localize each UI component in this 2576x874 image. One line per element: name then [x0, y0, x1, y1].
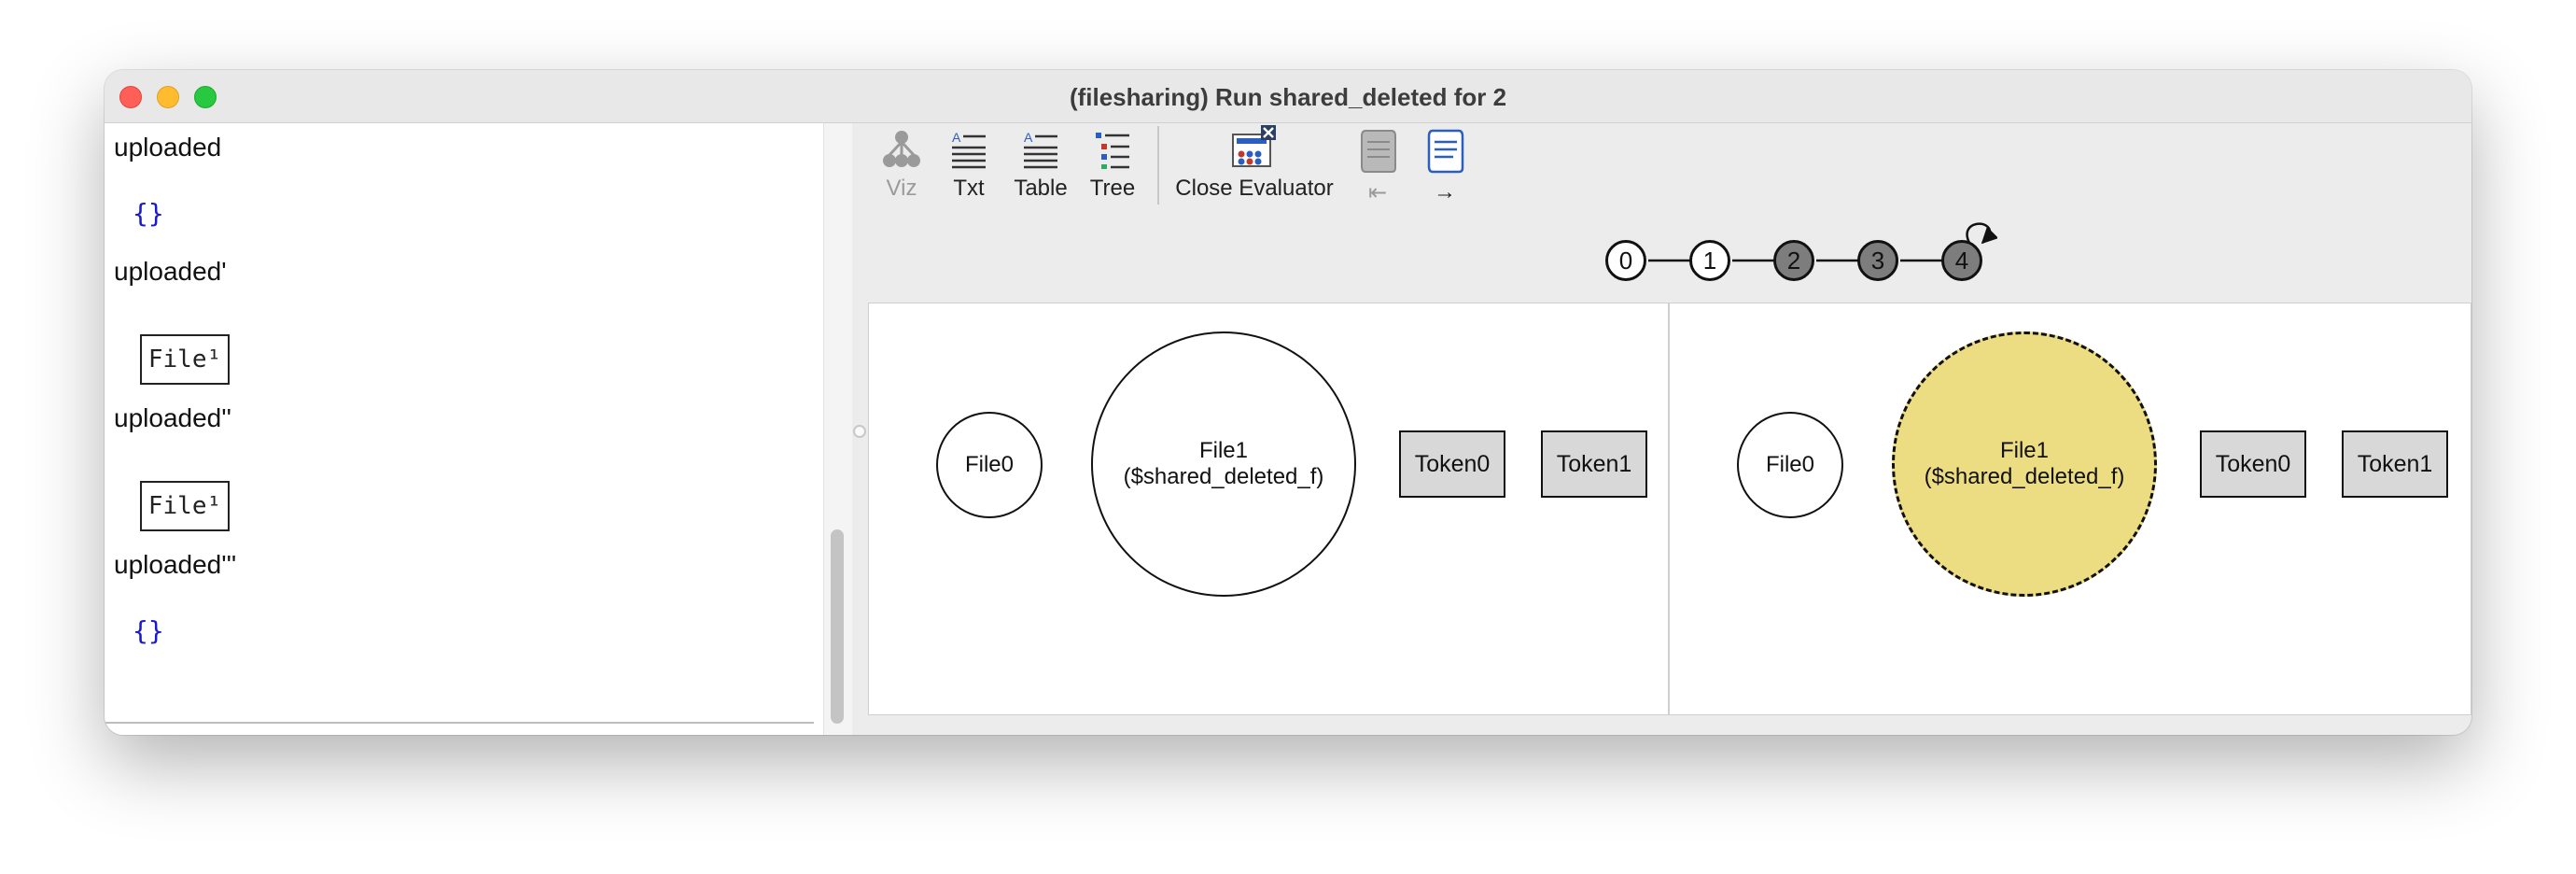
node-token1[interactable]: Token1	[1541, 430, 1647, 498]
txt-button[interactable]: A Txt	[948, 129, 989, 202]
close-evaluator-button[interactable]: Close Evaluator	[1174, 125, 1335, 202]
node-file0[interactable]: File0	[936, 412, 1043, 518]
tree-button[interactable]: Tree	[1086, 129, 1139, 202]
evaluator-pane: uploaded {} uploaded' File¹ uploaded'' F…	[105, 123, 824, 735]
viz-icon	[883, 131, 920, 167]
node-token1[interactable]: Token1	[2342, 430, 2448, 498]
txt-label: Txt	[953, 176, 985, 201]
tree-label: Tree	[1089, 176, 1136, 201]
scroll-forward-icon	[1427, 129, 1464, 174]
evaluator-result-atom: File¹	[140, 334, 230, 385]
node-label: Token0	[2215, 450, 2291, 477]
node-label: File0	[964, 452, 1015, 477]
state-1[interactable]: 1	[1689, 240, 1730, 281]
node-label: Token1	[2357, 450, 2433, 477]
tree-icon	[1096, 133, 1129, 169]
svg-text:A: A	[1024, 130, 1033, 145]
state-3[interactable]: 3	[1857, 240, 1898, 281]
node-label: File1	[1198, 438, 1249, 463]
node-label: File0	[1765, 452, 1815, 477]
node-token0[interactable]: Token0	[2200, 430, 2306, 498]
close-evaluator-label: Close Evaluator	[1175, 176, 1334, 201]
node-file1[interactable]: File1 ($shared_deleted_f)	[1091, 331, 1356, 597]
split-pane-handle[interactable]	[853, 425, 866, 438]
evaluator-separator	[105, 722, 814, 724]
close-evaluator-icon	[1232, 125, 1276, 167]
toolbar-separator	[1157, 126, 1159, 204]
window-title: (filesharing) Run shared_deleted for 2	[1069, 83, 1507, 111]
node-file0[interactable]: File0	[1737, 412, 1843, 518]
evaluator-result-empty: {}	[133, 198, 164, 229]
evaluator-scroll-thumb[interactable]	[831, 529, 844, 724]
title-bar: (filesharing) Run shared_deleted for 2	[105, 70, 2471, 123]
previous-state-label: ⇤	[1367, 180, 1388, 205]
evaluator-expression: uploaded''	[114, 403, 231, 432]
table-button[interactable]: A Table	[1012, 129, 1070, 202]
viz-label: Viz	[886, 176, 917, 201]
evaluator-expression: uploaded'''	[114, 550, 237, 579]
next-state-label: →	[1434, 179, 1456, 204]
evaluator-expression: uploaded	[114, 133, 222, 162]
table-label: Table	[1014, 176, 1068, 201]
evaluator-result-empty: {}	[133, 615, 164, 646]
evaluator-expression: uploaded'	[114, 257, 227, 286]
graph-panel-current[interactable]: File0 File1 ($shared_deleted_f) Token0 T…	[868, 303, 1669, 715]
table-icon: A	[1024, 130, 1057, 169]
svg-text:A: A	[952, 130, 961, 145]
node-file1-changed[interactable]: File1 ($shared_deleted_f)	[1892, 331, 2157, 597]
scroll-back-icon	[1361, 130, 1396, 173]
trace-loop-edge	[1966, 222, 1997, 245]
viz-button[interactable]: Viz	[881, 129, 922, 202]
state-0[interactable]: 0	[1605, 240, 1646, 281]
node-skolem-label: ($shared_deleted_f)	[1123, 464, 1324, 489]
node-token0[interactable]: Token0	[1399, 430, 1505, 498]
node-label: File1	[1999, 438, 2050, 463]
next-state-button[interactable]: →	[1424, 127, 1465, 205]
node-label: Token0	[1414, 450, 1491, 477]
state-4[interactable]: 4	[1941, 240, 1982, 281]
txt-icon: A	[952, 130, 986, 169]
node-label: Token1	[1556, 450, 1632, 477]
graph-panel-next[interactable]: File0 File1 ($shared_deleted_f) Token0 T…	[1669, 303, 2471, 715]
node-skolem-label: ($shared_deleted_f)	[1924, 464, 2125, 489]
previous-state-button[interactable]: ⇤	[1357, 127, 1398, 206]
evaluator-result-atom: File¹	[140, 481, 230, 531]
state-2[interactable]: 2	[1773, 240, 1814, 281]
